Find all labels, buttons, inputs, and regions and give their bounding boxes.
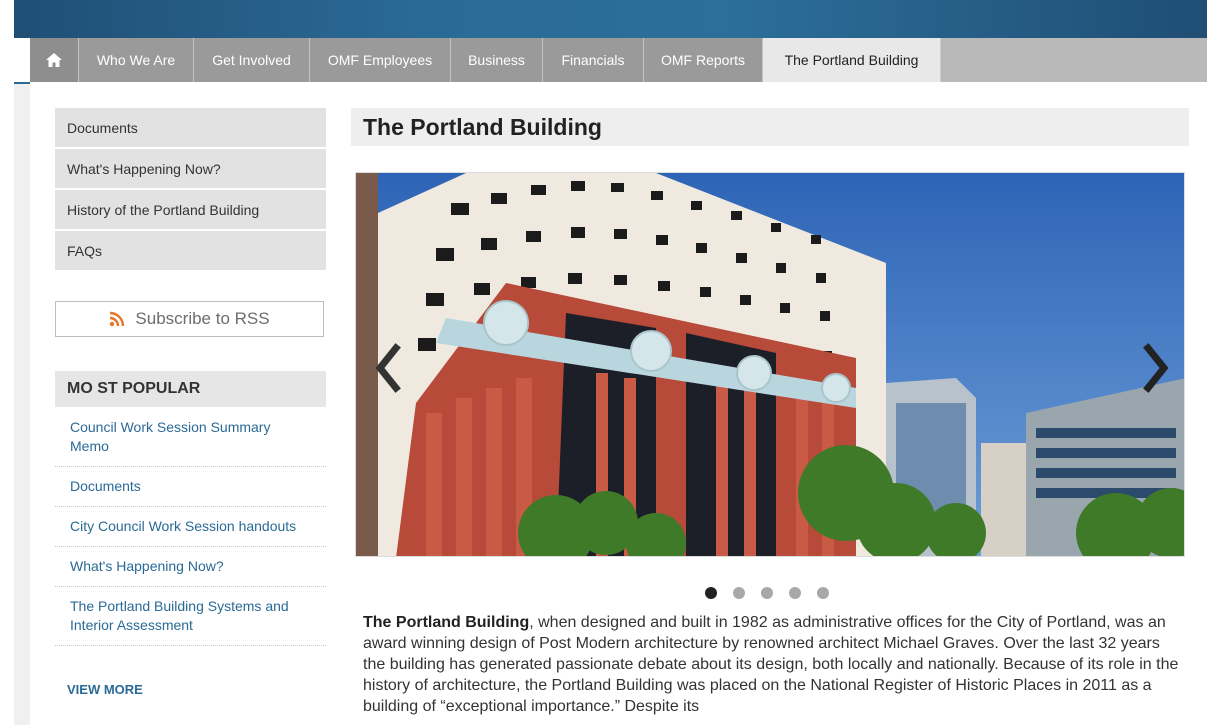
sidebar-menu: Documents What's Happening Now? History … <box>55 108 326 272</box>
most-popular-list: Council Work Session Summary Memo Docume… <box>55 408 326 646</box>
slider-dot[interactable] <box>817 587 829 599</box>
sidebar-item-faqs[interactable]: FAQs <box>55 231 326 270</box>
sidebar-item-documents[interactable]: Documents <box>55 108 326 147</box>
intro-bold-name: The Portland Building <box>363 614 530 631</box>
popular-link[interactable]: Documents <box>55 467 326 507</box>
page-left-margin <box>0 38 14 725</box>
subscribe-rss-button[interactable]: Subscribe to RSS <box>55 301 324 337</box>
popular-link[interactable]: What's Happening Now? <box>55 547 326 587</box>
nav-financials[interactable]: Financials <box>543 38 644 82</box>
popular-link[interactable]: Council Work Session Summary Memo <box>55 408 326 467</box>
nav-home[interactable] <box>30 38 79 82</box>
slider-dot[interactable] <box>789 587 801 599</box>
nav-the-portland-building[interactable]: The Portland Building <box>763 38 941 82</box>
most-popular-heading: MO ST POPULAR <box>55 371 326 407</box>
rss-icon <box>110 311 125 327</box>
header-left-margin <box>0 0 14 38</box>
slider-dot[interactable] <box>705 587 717 599</box>
sidebar-item-whats-happening[interactable]: What's Happening Now? <box>55 149 326 188</box>
portland-building-photo <box>356 173 1184 556</box>
popular-link[interactable]: The Portland Building Systems and Interi… <box>55 587 326 646</box>
slider-dot[interactable] <box>761 587 773 599</box>
view-more-link[interactable]: VIEW MORE <box>67 682 143 697</box>
nav-who-we-are[interactable]: Who We Are <box>79 38 194 82</box>
rss-label: Subscribe to RSS <box>135 309 270 328</box>
intro-paragraph: The Portland Building, when designed and… <box>363 612 1183 717</box>
home-icon <box>46 53 62 67</box>
content-left-gutter <box>14 84 30 725</box>
header-band <box>0 0 1207 38</box>
nav-omf-employees[interactable]: OMF Employees <box>310 38 451 82</box>
slider-next-arrow[interactable] <box>1136 338 1176 398</box>
main-nav: Who We Are Get Involved OMF Employees Bu… <box>30 38 1207 82</box>
popular-link[interactable]: City Council Work Session handouts <box>55 507 326 547</box>
image-slider <box>355 172 1185 557</box>
page-title: The Portland Building <box>363 113 602 140</box>
sidebar-item-history[interactable]: History of the Portland Building <box>55 190 326 229</box>
nav-get-involved[interactable]: Get Involved <box>194 38 310 82</box>
page-title-bar: The Portland Building <box>351 108 1189 146</box>
slider-pagination <box>705 587 845 599</box>
nav-business[interactable]: Business <box>451 38 543 82</box>
slider-prev-arrow[interactable] <box>368 338 408 398</box>
slider-dot[interactable] <box>733 587 745 599</box>
nav-omf-reports[interactable]: OMF Reports <box>644 38 763 82</box>
